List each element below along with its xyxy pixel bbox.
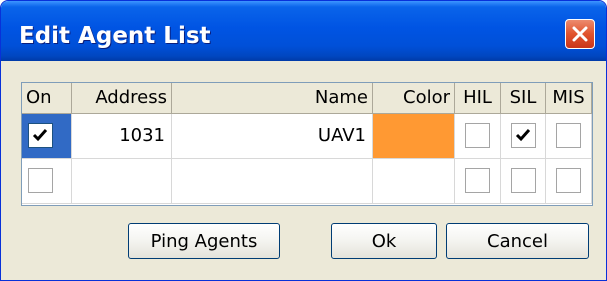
row-1-mis-checkbox[interactable] (556, 123, 581, 148)
dialog-client-area: On Address Name Color HIL SIL MIS 1031 U… (5, 61, 602, 278)
row-2-color-swatch[interactable] (373, 159, 455, 204)
close-button[interactable] (565, 19, 595, 49)
dialog-title: Edit Agent List (19, 23, 211, 49)
column-header-on[interactable]: On (22, 83, 72, 114)
row-1-address[interactable]: 1031 (72, 114, 172, 159)
row-1-hil-checkbox[interactable] (465, 123, 490, 148)
edit-agent-list-dialog: Edit Agent List On Address Name Color HI… (0, 0, 607, 281)
row-2-sil-checkbox[interactable] (511, 168, 536, 193)
row-1-color-swatch[interactable] (373, 114, 455, 159)
column-header-hil[interactable]: HIL (455, 83, 501, 114)
row-1-on-checkbox[interactable] (28, 123, 53, 148)
row-1-sil-checkbox[interactable] (511, 123, 536, 148)
cancel-button[interactable]: Cancel (446, 223, 589, 259)
row-2-address[interactable] (72, 159, 172, 204)
ping-agents-button[interactable]: Ping Agents (128, 223, 280, 259)
row-1-name[interactable]: UAV1 (172, 114, 373, 159)
row-2-on-checkbox[interactable] (28, 168, 53, 193)
column-header-sil[interactable]: SIL (501, 83, 546, 114)
ok-button[interactable]: Ok (331, 223, 437, 259)
row-2-hil-checkbox[interactable] (465, 168, 490, 193)
agent-grid: On Address Name Color HIL SIL MIS 1031 U… (21, 82, 593, 206)
column-header-color[interactable]: Color (373, 83, 455, 114)
check-icon (32, 129, 48, 142)
row-2-name[interactable] (172, 159, 373, 204)
close-icon (572, 26, 588, 42)
column-header-address[interactable]: Address (72, 83, 172, 114)
column-header-mis[interactable]: MIS (546, 83, 592, 114)
column-header-name[interactable]: Name (172, 83, 373, 114)
row-2-mis-checkbox[interactable] (556, 168, 581, 193)
check-icon (515, 129, 531, 142)
title-bar[interactable]: Edit Agent List (1, 1, 606, 61)
